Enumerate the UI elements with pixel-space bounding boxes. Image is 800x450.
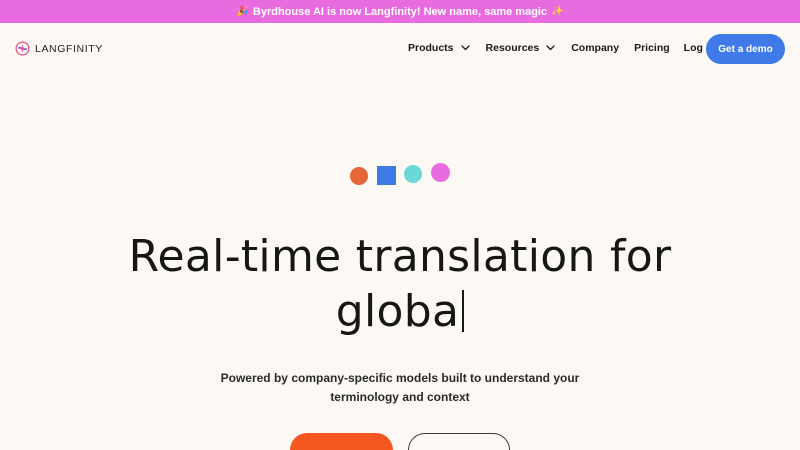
logo-wordmark: LANGFINITY [35,42,103,55]
hero-title-line-2: globa [335,286,460,337]
primary-cta-button[interactable] [290,433,393,450]
nav-item-resources[interactable]: Resources [486,42,556,54]
nav-item-company[interactable]: Company [571,42,619,54]
decorative-orange-circle [350,167,368,185]
chevron-down-icon [460,45,470,51]
top-navigation: LANGFINITY Products Resources Company Pr… [0,23,800,75]
announcement-text: Byrdhouse AI is now Langfinity! New name… [252,5,548,18]
sparkles-icon: ✨ [551,6,564,17]
nav-item-label: Resources [485,42,540,54]
nav-links: Products Resources Company Pricing Log i… [408,42,715,54]
nav-item-label: Products [408,42,454,54]
hero-subtitle-line-1: Powered by company-specific models built… [220,371,580,385]
announcement-banner[interactable]: 🎉 Byrdhouse AI is now Langfinity! New na… [0,0,800,23]
nav-item-label: Company [571,42,620,54]
decorative-cyan-circle [404,165,422,183]
chevron-down-icon [546,45,555,51]
nav-item-pricing[interactable]: Pricing [634,42,670,54]
page: 🎉 Byrdhouse AI is now Langfinity! New na… [0,0,800,450]
secondary-cta-button[interactable] [408,433,510,450]
party-popper-icon: 🎉 [236,6,249,17]
logo[interactable]: LANGFINITY [15,41,103,56]
hero-subtitle: Powered by company-specific models built… [0,369,800,407]
hero-subtitle-line-2: terminology and context [330,390,470,404]
typing-caret [462,290,465,332]
nav-item-label: Pricing [634,42,670,54]
hero-title: Real-time translation for globa [0,229,800,339]
get-a-demo-button[interactable]: Get a demo [706,34,785,64]
decorative-blue-square [377,166,396,185]
nav-item-products[interactable]: Products [408,42,470,54]
langfinity-logo-icon [15,41,30,56]
hero-title-line-1: Real-time translation for [128,231,672,282]
decorative-pink-circle [431,163,450,182]
